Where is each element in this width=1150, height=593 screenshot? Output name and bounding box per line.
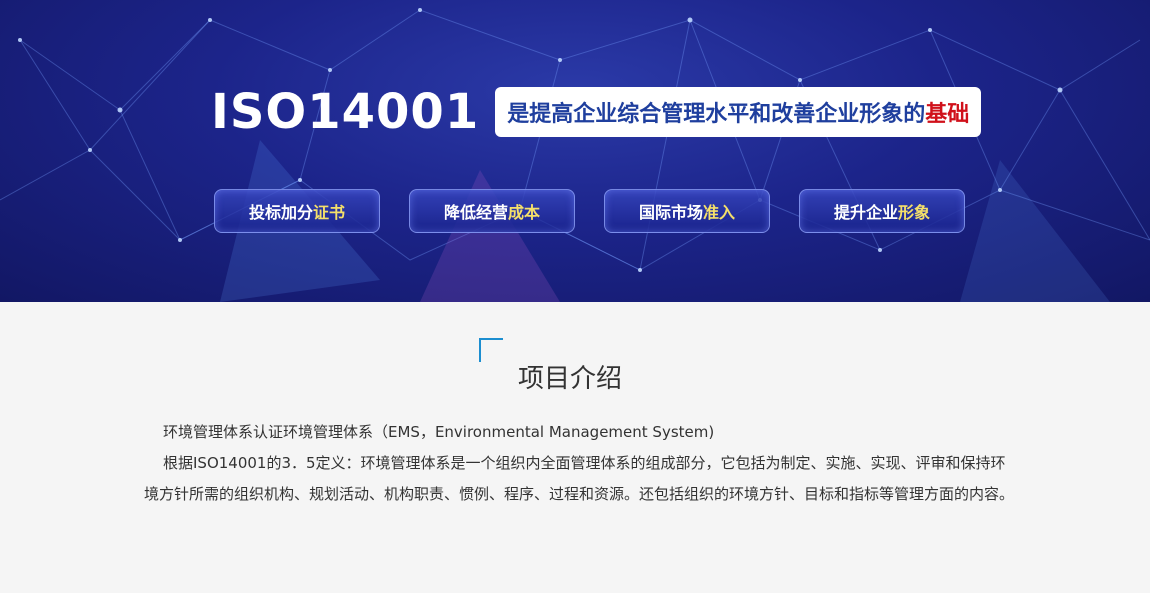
button-label: 降低经营 <box>443 203 508 222</box>
intro-paragraph-2: 根据ISO14001的3．5定义：环境管理体系是一个组织内全面管理体系的组成部分… <box>144 454 1015 503</box>
benefit-button-bidding[interactable]: 投标加分 证书 <box>214 189 380 233</box>
tagline-text: 是提高企业综合管理水平和改善企业形象的 <box>507 102 926 127</box>
benefit-button-market[interactable]: 国际市场 准入 <box>604 189 770 233</box>
iso-headline: ISO14001 <box>211 84 480 140</box>
benefit-button-image[interactable]: 提升企业 形象 <box>799 189 965 233</box>
tagline-box: 是提高企业综合管理水平和改善企业形象的 基础 <box>495 87 982 137</box>
benefit-button-cost[interactable]: 降低经营 成本 <box>409 189 575 233</box>
button-label: 国际市场 <box>638 203 703 222</box>
button-highlight: 成本 <box>508 203 541 222</box>
hero-banner: ISO14001 是提高企业综合管理水平和改善企业形象的 基础 投标加分 证书 降低… <box>0 0 1150 302</box>
button-label: 提升企业 <box>833 203 898 222</box>
network-background <box>0 8 1150 302</box>
button-highlight: 准入 <box>703 203 736 222</box>
button-highlight: 证书 <box>313 203 346 222</box>
hero-headline-row: ISO14001 是提高企业综合管理水平和改善企业形象的 基础 <box>211 84 982 140</box>
tagline-emphasis: 基础 <box>925 102 970 127</box>
button-label: 投标加分 <box>248 203 313 222</box>
project-intro-section: 项目介绍 环境管理体系认证环境管理体系（EMS，Environmental Ma… <box>0 302 1150 593</box>
title-corner-decoration <box>479 338 503 362</box>
button-highlight: 形象 <box>898 203 931 222</box>
section-title: 项目介绍 <box>518 364 623 394</box>
intro-paragraph-1: 环境管理体系认证环境管理体系（EMS，Environmental Managem… <box>163 423 715 441</box>
